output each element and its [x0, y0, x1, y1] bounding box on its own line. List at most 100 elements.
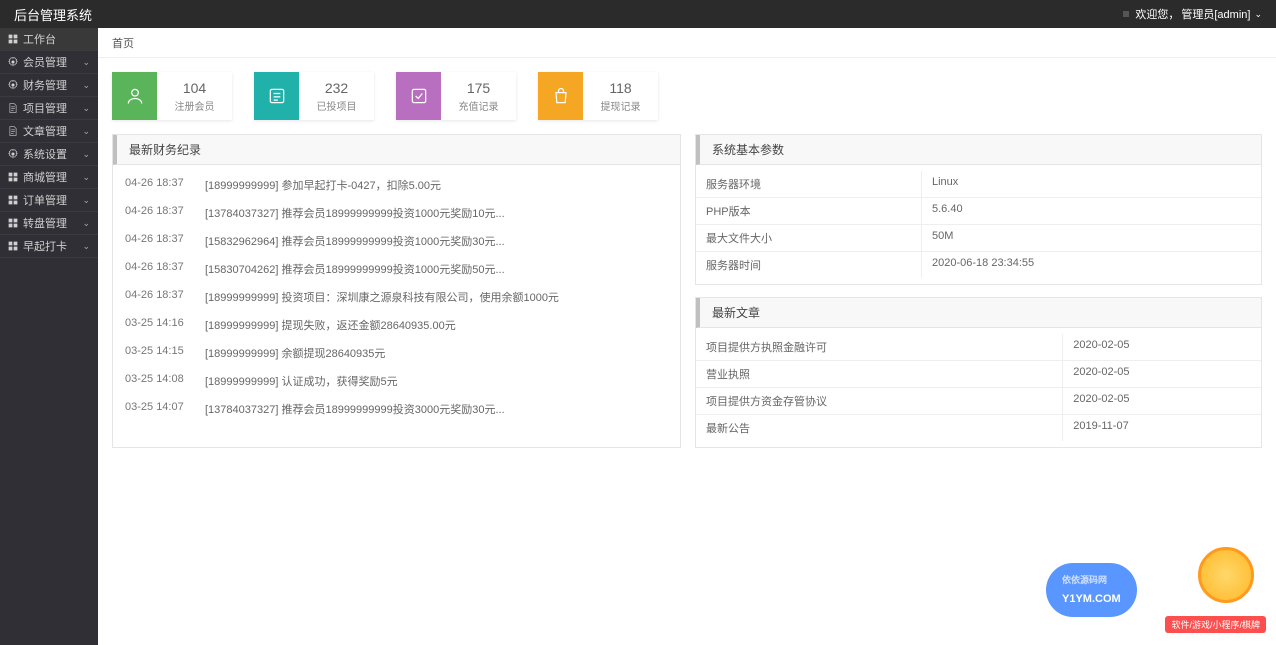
finance-row[interactable]: 04-26 18:37[13784037327] 推荐会员18999999999… [113, 199, 680, 227]
log-time: 04-26 18:37 [125, 289, 205, 305]
log-time: 03-25 14:15 [125, 345, 205, 361]
finance-row[interactable]: 04-26 18:37[15832962964] 推荐会员18999999999… [113, 227, 680, 255]
app-title: 后台管理系统 [14, 5, 92, 24]
stat-cards: 104 注册会员 232已投项目 175 充值记录 118 提现记录 [98, 58, 1276, 134]
article-date: 2019-11-07 [1063, 415, 1261, 441]
sidebar-item-7[interactable]: 订单管理⌄ [0, 189, 98, 212]
finance-row[interactable]: 03-25 14:08[18999999999] 认证成功，获得奖励5元 [113, 367, 680, 395]
sidebar-item-label: 订单管理 [23, 192, 82, 208]
article-row[interactable]: 最新公告2019-11-07 [696, 415, 1261, 441]
grid-icon [8, 195, 18, 205]
stat-number: 118 [609, 80, 631, 96]
sidebar-item-1[interactable]: 会员管理⌄ [0, 51, 98, 74]
chevron-down-icon: ⌄ [82, 126, 90, 137]
stat-number: 175 [467, 80, 490, 96]
doc-icon [8, 103, 18, 113]
log-text: [18999999999] 认证成功，获得奖励5元 [205, 373, 668, 389]
sidebar-item-label: 系统设置 [23, 146, 82, 162]
finance-list: 04-26 18:37[18999999999] 参加早起打卡-0427，扣除5… [113, 165, 680, 429]
sidebar-item-label: 早起打卡 [23, 238, 82, 254]
info-key: 最大文件大小 [696, 225, 922, 251]
sidebar-item-8[interactable]: 转盘管理⌄ [0, 212, 98, 235]
info-key: PHP版本 [696, 198, 922, 224]
grid-icon [8, 241, 18, 251]
log-text: [15832962964] 推荐会员18999999999投资1000元奖励30… [205, 233, 668, 249]
sidebar-item-3[interactable]: 项目管理⌄ [0, 97, 98, 120]
log-text: [18999999999] 余额提现28640935元 [205, 345, 668, 361]
grid-icon [8, 218, 18, 228]
article-title: 最新公告 [696, 415, 1063, 441]
bag-icon [538, 72, 583, 120]
stat-label: 提现记录 [601, 98, 641, 113]
sidebar-item-5[interactable]: 系统设置⌄ [0, 143, 98, 166]
finance-row[interactable]: 04-26 18:37[18999999999] 参加早起打卡-0427，扣除5… [113, 171, 680, 199]
sysinfo-row: PHP版本5.6.40 [696, 198, 1261, 225]
log-time: 03-25 14:16 [125, 317, 205, 333]
sysinfo-panel: 系统基本参数 服务器环境LinuxPHP版本5.6.40最大文件大小50M服务器… [695, 134, 1262, 285]
sysinfo-row: 服务器环境Linux [696, 171, 1261, 198]
grid-icon [8, 34, 18, 44]
stat-card[interactable]: 104 注册会员 [112, 72, 232, 120]
log-time: 04-26 18:37 [125, 233, 205, 249]
chevron-down-icon: ⌄ [82, 195, 90, 206]
main-content: 首页 104 注册会员 232已投项目 175 充值记录 118 提现记录 最新财务纪录 0… [98, 28, 1276, 645]
stat-card[interactable]: 232已投项目 [254, 72, 374, 120]
user-menu[interactable]: 欢迎您， 管理员[admin] ⌄ [1123, 6, 1262, 22]
articles-panel: 最新文章 项目提供方执照金融许可2020-02-05营业执照2020-02-05… [695, 297, 1262, 448]
article-date: 2020-02-05 [1063, 361, 1261, 387]
sysinfo-table: 服务器环境LinuxPHP版本5.6.40最大文件大小50M服务器时间2020-… [696, 165, 1261, 284]
chevron-down-icon: ⌄ [82, 218, 90, 229]
user-role: 管理员[admin] [1181, 6, 1250, 22]
gear-icon [8, 80, 18, 90]
log-time: 03-25 14:08 [125, 373, 205, 389]
stat-card[interactable]: 175 充值记录 [396, 72, 516, 120]
gear-icon [8, 57, 18, 67]
sidebar-item-4[interactable]: 文章管理⌄ [0, 120, 98, 143]
finance-panel-title: 最新财务纪录 [113, 135, 680, 165]
articles-table: 项目提供方执照金融许可2020-02-05营业执照2020-02-05项目提供方… [696, 328, 1261, 447]
sidebar-item-label: 转盘管理 [23, 215, 82, 231]
article-row[interactable]: 项目提供方执照金融许可2020-02-05 [696, 334, 1261, 361]
sidebar-item-6[interactable]: 商城管理⌄ [0, 166, 98, 189]
sidebar-item-2[interactable]: 财务管理⌄ [0, 74, 98, 97]
sidebar: 工作台会员管理⌄财务管理⌄项目管理⌄文章管理⌄系统设置⌄商城管理⌄订单管理⌄转盘… [0, 28, 98, 645]
sidebar-item-0[interactable]: 工作台 [0, 28, 98, 51]
log-text: [15830704262] 推荐会员18999999999投资1000元奖励50… [205, 261, 668, 277]
stat-card[interactable]: 118 提现记录 [538, 72, 658, 120]
sidebar-item-9[interactable]: 早起打卡⌄ [0, 235, 98, 258]
check-icon [396, 72, 441, 120]
log-text: [13784037327] 推荐会员18999999999投资3000元奖励30… [205, 401, 668, 417]
topbar: 后台管理系统 欢迎您， 管理员[admin] ⌄ [0, 0, 1276, 28]
info-val: 50M [922, 225, 1261, 251]
chevron-down-icon: ⌄ [82, 241, 90, 252]
stat-label: 充值记录 [459, 98, 499, 113]
sidebar-item-label: 会员管理 [23, 54, 82, 70]
log-time: 04-26 18:37 [125, 177, 205, 193]
finance-row[interactable]: 03-25 14:15[18999999999] 余额提现28640935元 [113, 339, 680, 367]
list-icon [254, 72, 299, 120]
breadcrumb-home[interactable]: 首页 [112, 35, 134, 51]
chevron-down-icon: ⌄ [82, 80, 90, 91]
article-row[interactable]: 项目提供方资金存管协议2020-02-05 [696, 388, 1261, 415]
finance-row[interactable]: 03-25 14:16[18999999999] 提现失败，返还金额286409… [113, 311, 680, 339]
chevron-down-icon: ⌄ [1254, 9, 1262, 20]
sysinfo-panel-title: 系统基本参数 [696, 135, 1261, 165]
gear-icon [8, 149, 18, 159]
stat-label: 注册会员 [175, 98, 215, 113]
article-title: 项目提供方执照金融许可 [696, 334, 1063, 360]
stat-number: 104 [183, 80, 206, 96]
finance-row[interactable]: 04-26 18:37[15830704262] 推荐会员18999999999… [113, 255, 680, 283]
log-text: [18999999999] 投资项目：深圳康之源泉科技有限公司，使用余额1000… [205, 289, 668, 305]
sysinfo-row: 最大文件大小50M [696, 225, 1261, 252]
grid-icon [8, 172, 18, 182]
article-row[interactable]: 营业执照2020-02-05 [696, 361, 1261, 388]
finance-row[interactable]: 03-25 14:07[13784037327] 推荐会员18999999999… [113, 395, 680, 423]
info-val: 2020-06-18 23:34:55 [922, 252, 1261, 278]
article-title: 营业执照 [696, 361, 1063, 387]
log-time: 04-26 18:37 [125, 261, 205, 277]
finance-row[interactable]: 04-26 18:37[18999999999] 投资项目：深圳康之源泉科技有限… [113, 283, 680, 311]
sysinfo-row: 服务器时间2020-06-18 23:34:55 [696, 252, 1261, 278]
doc-icon [8, 126, 18, 136]
sidebar-item-label: 项目管理 [23, 100, 82, 116]
log-time: 03-25 14:07 [125, 401, 205, 417]
